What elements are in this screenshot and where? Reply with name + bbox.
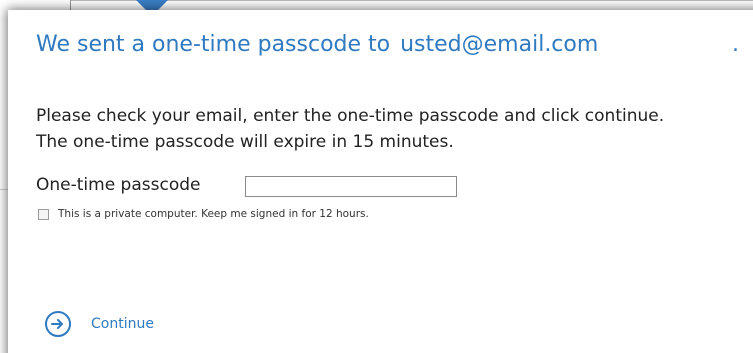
heading-text: We sent a one-time passcode to xyxy=(36,32,391,57)
screen: We sent a one-time passcode to usted@emai… xyxy=(0,0,753,353)
passcode-dialog: We sent a one-time passcode to usted@emai… xyxy=(8,10,753,353)
continue-button[interactable]: Continue xyxy=(45,311,154,337)
remember-me-checkbox[interactable] xyxy=(38,208,49,220)
passcode-label: One-time passcode xyxy=(36,175,201,195)
continue-label[interactable]: Continue xyxy=(91,316,154,332)
background-divider xyxy=(70,0,71,10)
remember-me-label[interactable]: This is a private computer. Keep me sign… xyxy=(58,208,369,220)
background-divider xyxy=(70,0,753,1)
remember-me-row[interactable]: This is a private computer. Keep me sign… xyxy=(38,208,369,220)
passcode-input[interactable] xyxy=(245,176,457,197)
arrow-right-circle-icon[interactable] xyxy=(45,311,71,337)
instruction-line-1: Please check your email, enter the one-t… xyxy=(36,106,665,126)
heading-period: . xyxy=(732,32,739,57)
instruction-line-2: The one-time passcode will expire in 15 … xyxy=(36,132,454,152)
dialog-heading: We sent a one-time passcode to usted@emai… xyxy=(36,32,598,57)
email-address: usted@email.com xyxy=(400,32,599,57)
